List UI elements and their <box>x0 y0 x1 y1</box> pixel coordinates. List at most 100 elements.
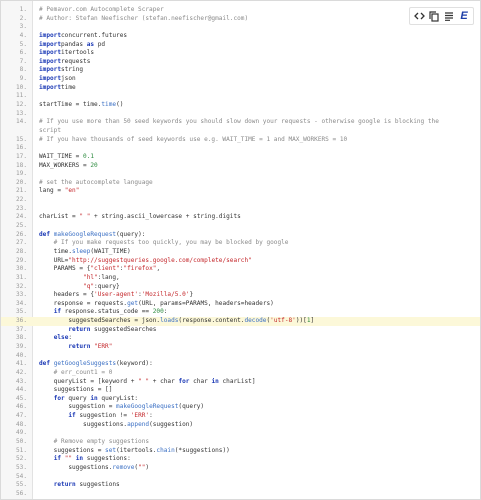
code-line: 33. headers = {'User-agent':'Mozilla/5.0… <box>1 291 480 300</box>
line-text: importconcurrent.futures <box>39 32 127 41</box>
line-number: 9. <box>19 75 27 83</box>
code-toolbar: E <box>409 7 474 25</box>
code-line: 31. "hl":lang, <box>1 274 480 283</box>
view-source-button[interactable] <box>413 10 425 22</box>
code-line: 44. suggestions = [] <box>1 386 480 395</box>
code-token: charList] <box>218 377 256 385</box>
line-text: URL="http://suggestqueries.google.com/co… <box>39 257 252 266</box>
line-number: 8. <box>19 66 27 74</box>
code-token: startTime = time. <box>39 101 102 109</box>
code-token: URL= <box>39 256 69 264</box>
line-number: 40. <box>15 351 27 359</box>
code-token: (WAIT_TIME) <box>90 247 131 255</box>
line-text: importstring <box>39 66 83 75</box>
code-token: suggestion = <box>39 403 117 411</box>
code-token: PARAMS = { <box>39 265 91 273</box>
line-number: 11. <box>15 92 27 100</box>
code-line: 26. def makeGoogleRequest(query): <box>1 231 480 240</box>
code-token: in <box>75 455 84 463</box>
code-token: : <box>163 308 168 316</box>
code-token: import <box>39 40 62 48</box>
code-token: query <box>64 394 91 402</box>
code-token: if <box>68 412 76 420</box>
code-token: "firefox" <box>123 265 157 273</box>
code-token: 'ERR' <box>130 412 150 420</box>
line-text: for query in queryList: <box>39 395 138 404</box>
code-token: + string.ascii_lowercase + string.digits <box>90 213 241 221</box>
code-token: suggestions. <box>39 420 128 428</box>
line-text: suggestion = makeGoogleRequest(query) <box>39 403 204 412</box>
code-line: 17. WAIT_TIME = 0.1 <box>1 153 480 162</box>
code-token: ) <box>145 463 150 471</box>
code-token: 'utf-8' <box>270 317 296 325</box>
code-token: 'Mozilla/5.0' <box>141 291 190 299</box>
code-token: (itertools. <box>116 446 157 454</box>
code-line: 39. return "ERR" <box>1 343 480 352</box>
line-number: 4. <box>19 31 27 39</box>
line-number: 25. <box>15 222 27 230</box>
code-line: 15. # If you have thousands of seed keywo… <box>1 136 480 145</box>
code-token: (suggestion) <box>149 420 194 428</box>
copy-icon <box>429 10 439 22</box>
code-token: (query): <box>116 230 146 238</box>
open-editor-button[interactable]: E <box>458 10 470 22</box>
code-line: 32. "q":query} <box>1 283 480 292</box>
line-number: 27. <box>15 239 27 247</box>
line-text: startTime = time.time() <box>39 101 123 110</box>
code-token: makeGoogleRequest <box>53 230 117 238</box>
editor-e-icon: E <box>460 10 468 22</box>
code-token: " " <box>79 213 91 221</box>
line-number: 53. <box>15 463 27 471</box>
line-number: 37. <box>15 325 27 333</box>
line-text: def makeGoogleRequest(query): <box>39 231 145 240</box>
line-number: 48. <box>15 420 27 428</box>
code-token: pd <box>94 40 106 48</box>
code-token: (*suggestions)) <box>174 446 230 454</box>
code-token: # If you make requests too quickly, you … <box>39 239 289 247</box>
line-number: 21. <box>15 187 27 195</box>
line-text: charList = " " + string.ascii_lowercase … <box>39 213 241 222</box>
code-line: 38. else: <box>1 334 480 343</box>
code-token: headers = { <box>39 291 95 299</box>
copy-button[interactable] <box>428 10 440 22</box>
line-text: importjson <box>39 75 76 84</box>
line-text: return "ERR" <box>39 343 112 352</box>
code-line: 40. <box>1 352 480 361</box>
code-token: time <box>61 83 76 91</box>
line-text: importpandas as pd <box>39 41 105 50</box>
code-line: 50. # Remove empty suggestions <box>1 438 480 447</box>
line-number: 44. <box>15 386 27 394</box>
line-text: suggestions.remove("") <box>39 464 149 473</box>
line-text: # If you make requests too quickly, you … <box>39 239 289 248</box>
code-token: if <box>53 455 62 463</box>
line-number: 45. <box>15 394 27 402</box>
code-line: 46. suggestion = makeGoogleRequest(query… <box>1 403 480 412</box>
code-token: as <box>86 40 95 48</box>
code-token: queryList: <box>97 394 139 402</box>
code-token: else <box>53 334 69 342</box>
code-token: decode <box>244 317 267 325</box>
code-token: loads <box>160 317 179 325</box>
line-number: 1. <box>19 6 27 13</box>
line-text: def getGoogleSuggests(keyword): <box>39 360 153 369</box>
line-number: 7. <box>19 57 27 65</box>
code-token: in <box>90 394 98 402</box>
code-line: 53. suggestions.remove("") <box>1 464 480 473</box>
line-text: suggestedSearches = json.loads(response.… <box>39 317 314 326</box>
line-number: 47. <box>15 412 27 420</box>
line-number: 41. <box>15 360 27 368</box>
line-number: 5. <box>19 40 27 48</box>
code-line: 56. <box>1 490 480 499</box>
code-token: return <box>68 325 91 333</box>
code-token: + char <box>149 377 179 385</box>
code-line: 36. suggestedSearches = json.loads(respo… <box>1 317 480 326</box>
code-token: WAIT_TIME = <box>39 152 84 160</box>
code-line: 42. # err_count1 = 0 <box>1 369 480 378</box>
code-line: 28. time.sleep(WAIT_TIME) <box>1 248 480 257</box>
line-number: 13. <box>15 109 27 117</box>
toggle-lines-button[interactable] <box>443 10 455 22</box>
